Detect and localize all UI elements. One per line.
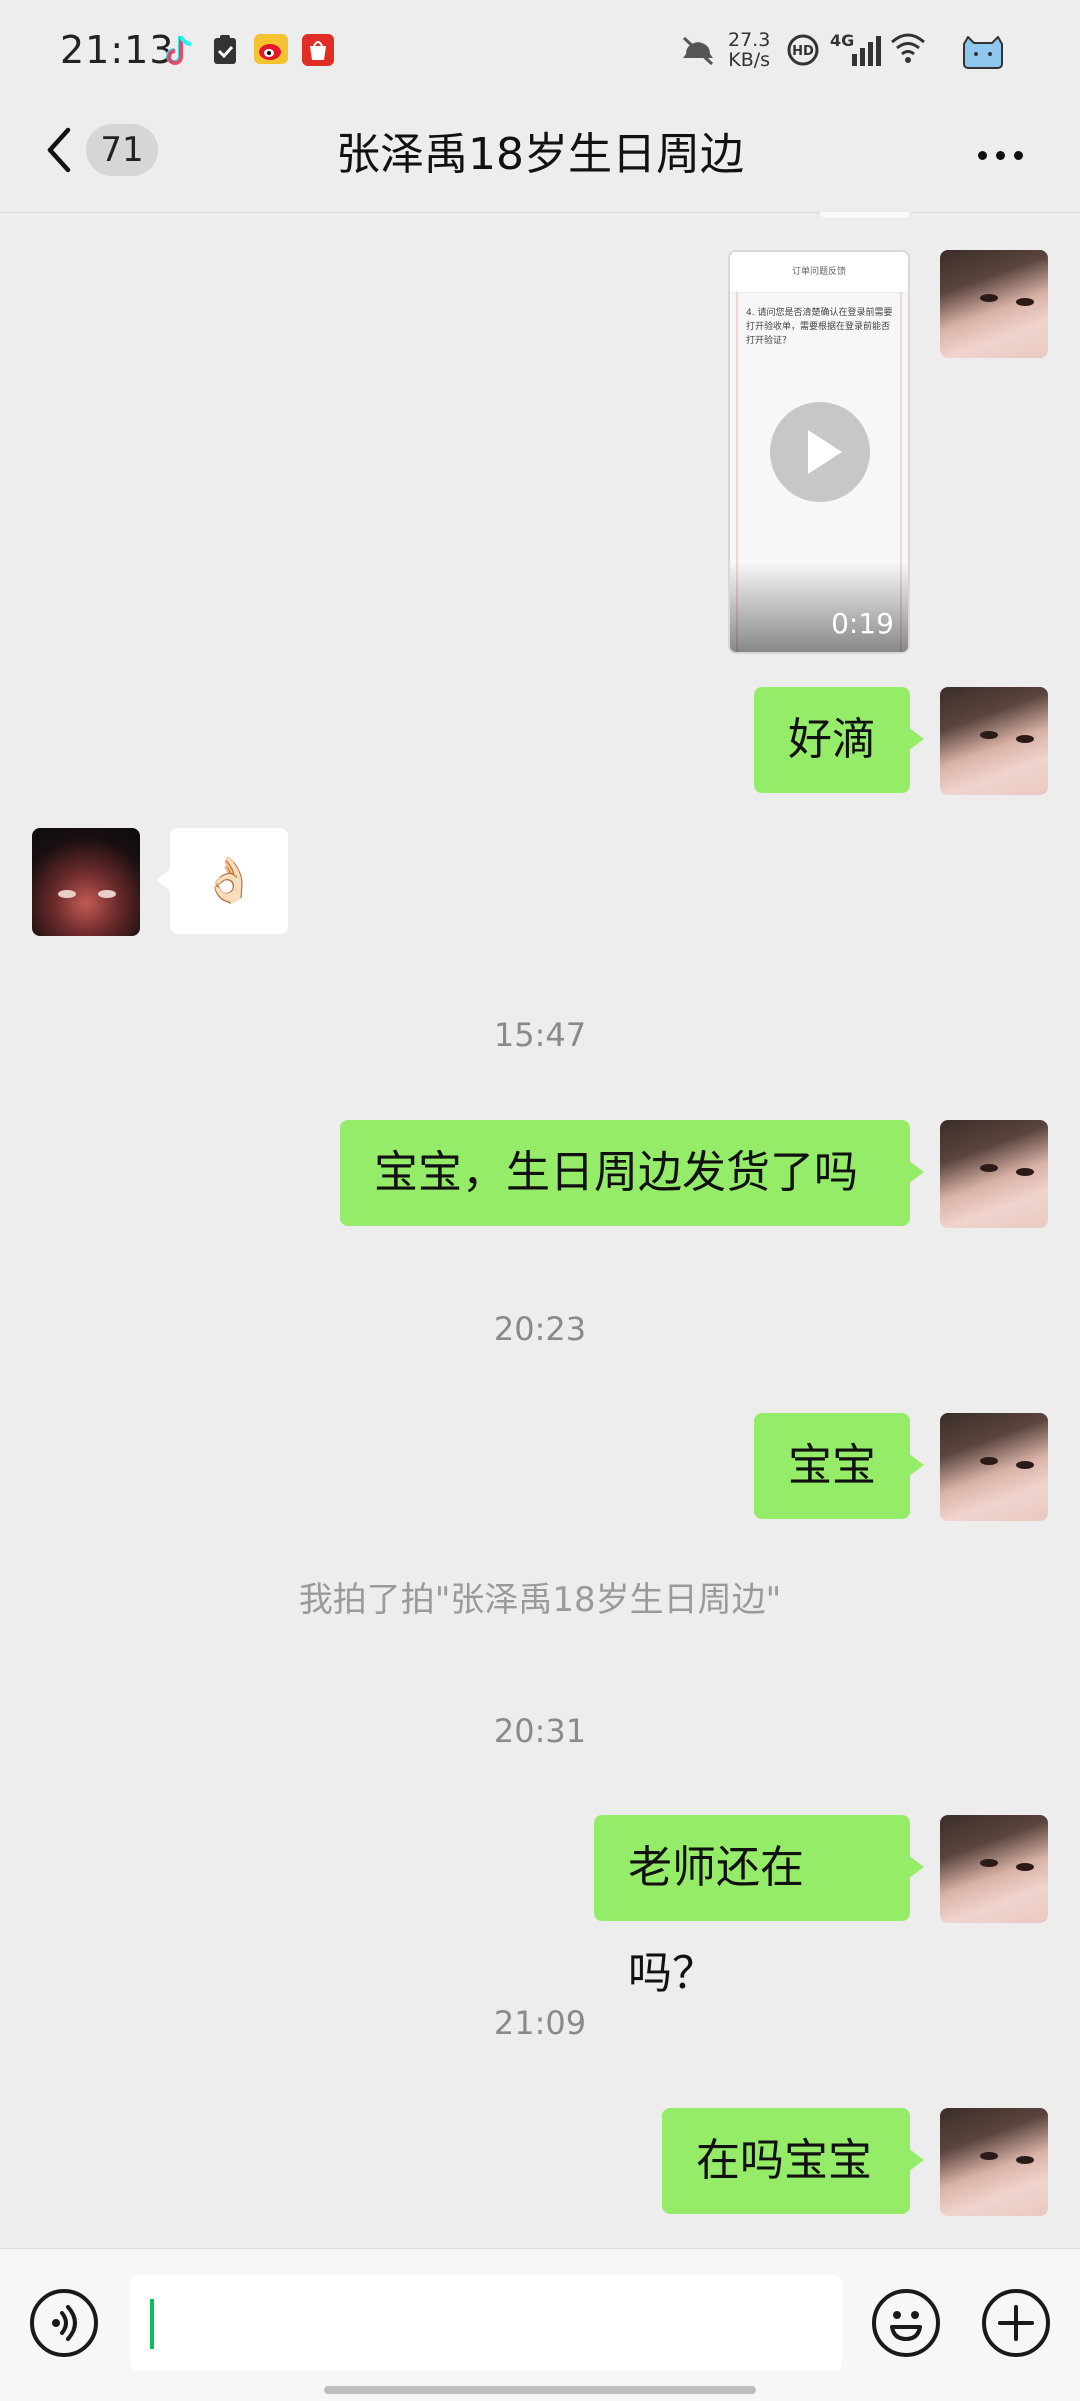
weibo-icon (254, 34, 288, 64)
message-bubble-sent[interactable]: 好滴 (754, 687, 924, 793)
voice-input-button[interactable] (30, 2289, 98, 2357)
avatar-eye (980, 2152, 998, 2160)
more-options-button[interactable] (978, 145, 1032, 164)
avatar-eye (58, 890, 76, 898)
shopping-app-icon (302, 34, 334, 66)
timestamp: 20:23 (493, 1310, 587, 1348)
emoji-icon (890, 2311, 922, 2341)
emoji-button[interactable] (872, 2289, 940, 2357)
avatar-eye (980, 1457, 998, 1465)
avatar-eye (1016, 1461, 1034, 1469)
tiktok-icon (166, 35, 192, 65)
message-input[interactable] (130, 2275, 842, 2371)
voice-icon (52, 2305, 77, 2341)
wifi-icon (891, 33, 925, 63)
previous-message-edge (820, 212, 910, 218)
avatar-eye (1016, 735, 1034, 743)
signal-icon: 4G (830, 31, 881, 66)
message-text: 宝宝 (788, 1440, 876, 1491)
avatar-eye (980, 1164, 998, 1172)
video-duration: 0:19 (831, 607, 894, 640)
avatar-eye (1016, 2156, 1034, 2164)
network-speed-unit: KB/s (728, 49, 771, 71)
timestamp: 15:47 (493, 1016, 587, 1054)
timestamp: 20:31 (493, 1712, 587, 1750)
avatar-eye (980, 731, 998, 739)
home-indicator[interactable] (324, 2386, 756, 2394)
task-check-icon (214, 35, 236, 64)
hd-icon: HD (787, 34, 819, 66)
more-dot-icon (1014, 151, 1023, 160)
plus-icon (998, 2305, 1034, 2341)
network-speed: 27.3 KB/s (728, 30, 770, 70)
my-avatar[interactable] (940, 2108, 1048, 2216)
video-message[interactable]: 订单问题反馈 4. 请问您是否清楚确认在登录前需要打开验收单，需要根据在登录前能… (728, 250, 910, 654)
play-icon[interactable] (770, 402, 870, 502)
message-bubble-sent[interactable]: 宝宝 (754, 1413, 924, 1519)
svg-text:HD: HD (792, 44, 814, 59)
my-avatar[interactable] (940, 1413, 1048, 1521)
video-thumb-title: 订单问题反馈 (730, 252, 908, 293)
video-thumb-text: 4. 请问您是否清楚确认在登录前需要打开验收单，需要根据在登录前能否打开验证？ (746, 308, 893, 346)
avatar-eye (1016, 1168, 1034, 1176)
contact-avatar[interactable] (32, 828, 140, 936)
message-text: 好滴 (788, 714, 876, 765)
network-speed-value: 27.3 (728, 29, 771, 51)
more-dot-icon (996, 151, 1005, 160)
timestamp: 21:09 (493, 2004, 587, 2042)
my-avatar[interactable] (940, 1120, 1048, 1228)
my-avatar[interactable] (940, 687, 1048, 795)
ok-hand-emoji: 👌🏻 (201, 855, 257, 906)
battery-icon (963, 36, 1003, 69)
status-bar: 21:13 27.3 KB/s HD 4G (0, 0, 1080, 100)
more-functions-button[interactable] (982, 2289, 1050, 2357)
avatar-eye (1016, 298, 1034, 306)
chat-header: 71 张泽禹18岁生日周边 (0, 100, 1080, 213)
message-input-bar (0, 2248, 1080, 2401)
more-dot-icon (978, 151, 987, 160)
avatar-eye (980, 294, 998, 302)
message-text: 老师还在吗？ (628, 1842, 804, 1999)
message-bubble-received[interactable]: 👌🏻 (156, 828, 288, 934)
chat-title: 张泽禹18岁生日周边 (336, 129, 744, 180)
svg-text:4G: 4G (830, 31, 854, 50)
message-bubble-sent[interactable]: 在吗宝宝 (662, 2108, 924, 2214)
text-caret (150, 2299, 154, 2349)
system-pat-message: 我拍了拍"张泽禹18岁生日周边" (298, 1580, 782, 1620)
message-bubble-sent[interactable]: 宝宝，生日周边发货了吗 (340, 1120, 924, 1226)
status-time: 21:13 (60, 28, 175, 72)
avatar-eye (1016, 1863, 1034, 1871)
message-bubble-sent[interactable]: 老师还在吗？ (594, 1815, 924, 1999)
avatar-eye (980, 1859, 998, 1867)
message-text: 宝宝，生日周边发货了吗 (374, 1147, 858, 1198)
mute-icon (682, 36, 714, 66)
my-avatar[interactable] (940, 250, 1048, 358)
message-text: 在吗宝宝 (696, 2135, 872, 2186)
avatar-eye (98, 890, 116, 898)
my-avatar[interactable] (940, 1815, 1048, 1923)
